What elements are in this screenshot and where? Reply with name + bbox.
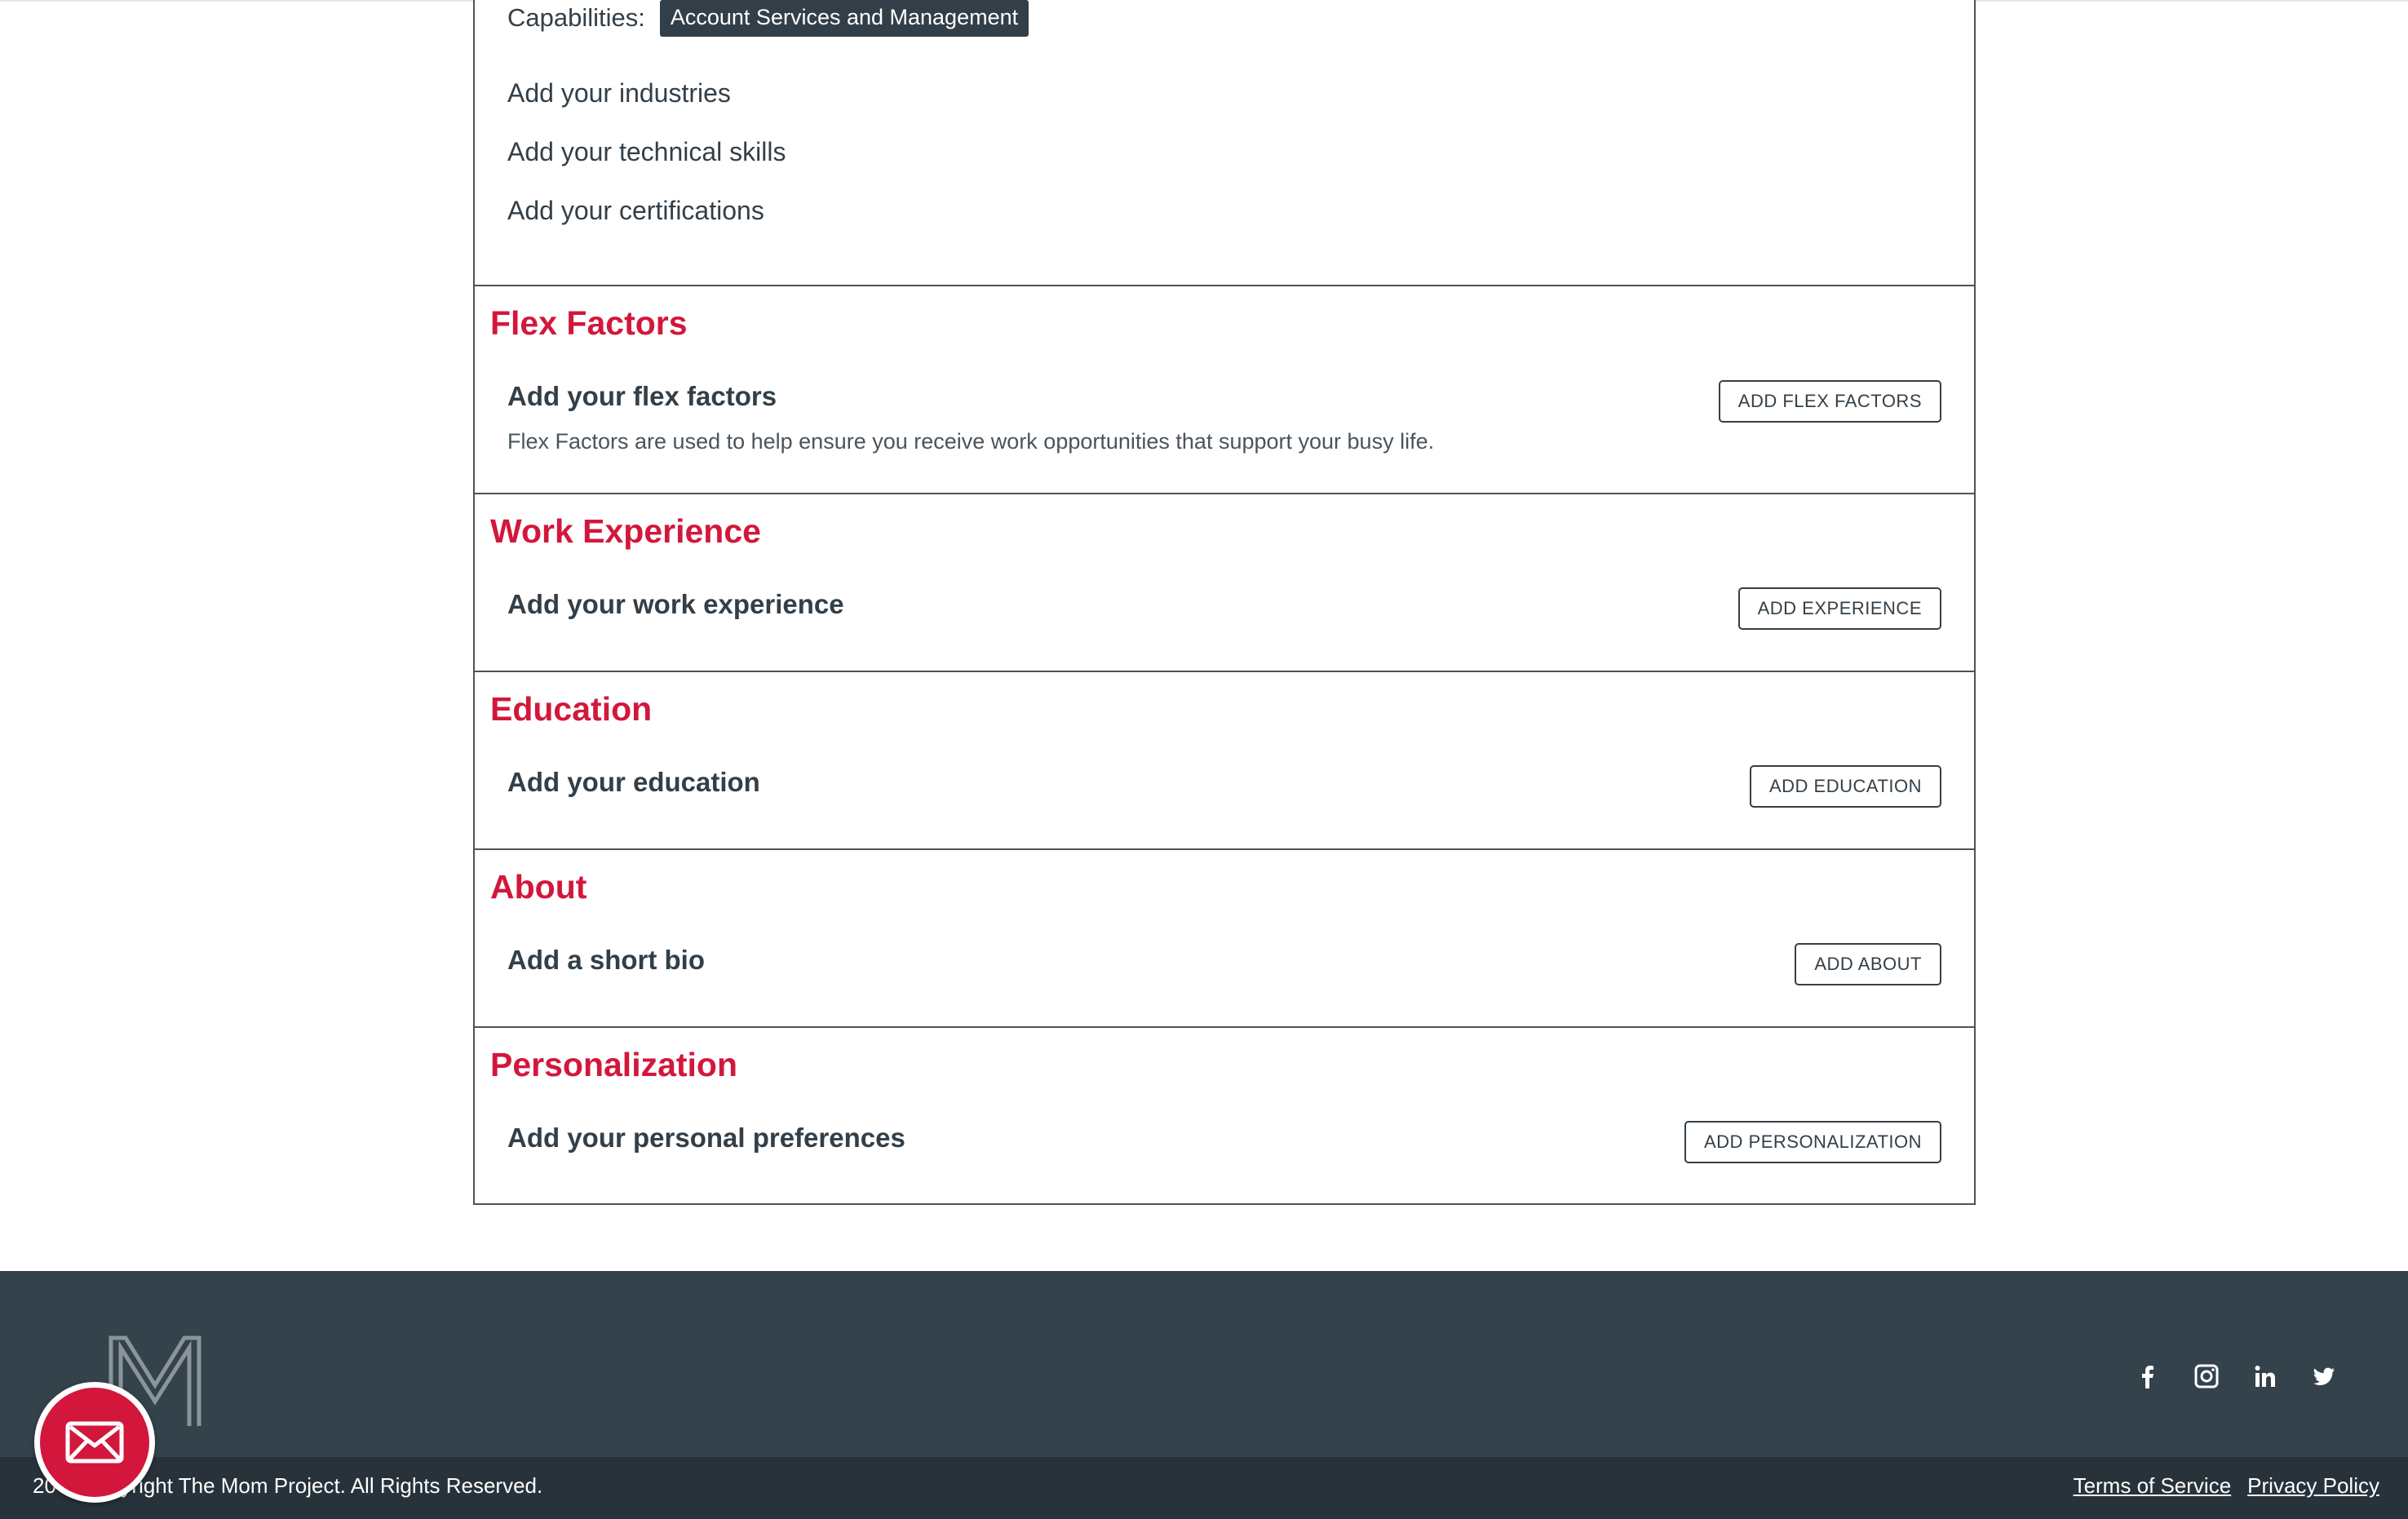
profile-panel: Capabilities: Account Services and Manag… xyxy=(473,0,1976,1205)
linkedin-icon[interactable] xyxy=(2253,1364,2277,1388)
personalization-section: Personalization Add your personal prefer… xyxy=(475,1028,1974,1203)
about-section: About Add a short bio ADD ABOUT xyxy=(475,850,1974,1028)
add-certifications-link[interactable]: Add your certifications xyxy=(507,196,764,226)
capability-chip: Account Services and Management xyxy=(659,0,1029,37)
envelope-icon xyxy=(65,1421,124,1464)
skills-section: Capabilities: Account Services and Manag… xyxy=(475,0,1974,286)
add-education-button[interactable]: ADD EDUCATION xyxy=(1750,765,1941,808)
section-title-flex-factors: Flex Factors xyxy=(490,304,688,342)
section-title-education: Education xyxy=(490,690,653,728)
flex-factors-help: Flex Factors are used to help ensure you… xyxy=(507,429,1435,454)
personalization-prompt: Add your personal preferences xyxy=(507,1123,905,1153)
flex-factors-prompt: Add your flex factors xyxy=(507,381,777,411)
section-title-about: About xyxy=(490,868,587,906)
work-experience-section: Work Experience Add your work experience… xyxy=(475,494,1974,672)
add-technical-skills-link[interactable]: Add your technical skills xyxy=(507,137,786,167)
education-section: Education Add your education ADD EDUCATI… xyxy=(475,672,1974,850)
add-experience-button[interactable]: ADD EXPERIENCE xyxy=(1737,587,1941,630)
legal-links: Terms of Service Privacy Policy xyxy=(2074,1473,2379,1499)
section-title-personalization: Personalization xyxy=(490,1046,738,1083)
instagram-icon[interactable] xyxy=(2194,1364,2219,1388)
flex-factors-section: Flex Factors Add your flex factors Flex … xyxy=(475,286,1974,494)
about-prompt: Add a short bio xyxy=(507,945,705,975)
capabilities-label: Capabilities: xyxy=(507,3,645,32)
social-links xyxy=(2136,1364,2336,1388)
facebook-icon[interactable] xyxy=(2136,1364,2160,1388)
add-about-button[interactable]: ADD ABOUT xyxy=(1795,943,1941,985)
message-button[interactable] xyxy=(34,1382,155,1503)
education-prompt: Add your education xyxy=(507,767,760,797)
add-flex-factors-button[interactable]: ADD FLEX FACTORS xyxy=(1718,380,1941,423)
terms-of-service-link[interactable]: Terms of Service xyxy=(2074,1473,2232,1499)
add-industries-link[interactable]: Add your industries xyxy=(507,78,731,108)
capabilities-row: Capabilities: Account Services and Manag… xyxy=(507,0,1029,37)
privacy-policy-link[interactable]: Privacy Policy xyxy=(2247,1473,2379,1499)
work-experience-prompt: Add your work experience xyxy=(507,589,844,619)
twitter-icon[interactable] xyxy=(2312,1364,2336,1388)
add-personalization-button[interactable]: ADD PERSONALIZATION xyxy=(1684,1121,1941,1163)
section-title-work-experience: Work Experience xyxy=(490,512,761,550)
